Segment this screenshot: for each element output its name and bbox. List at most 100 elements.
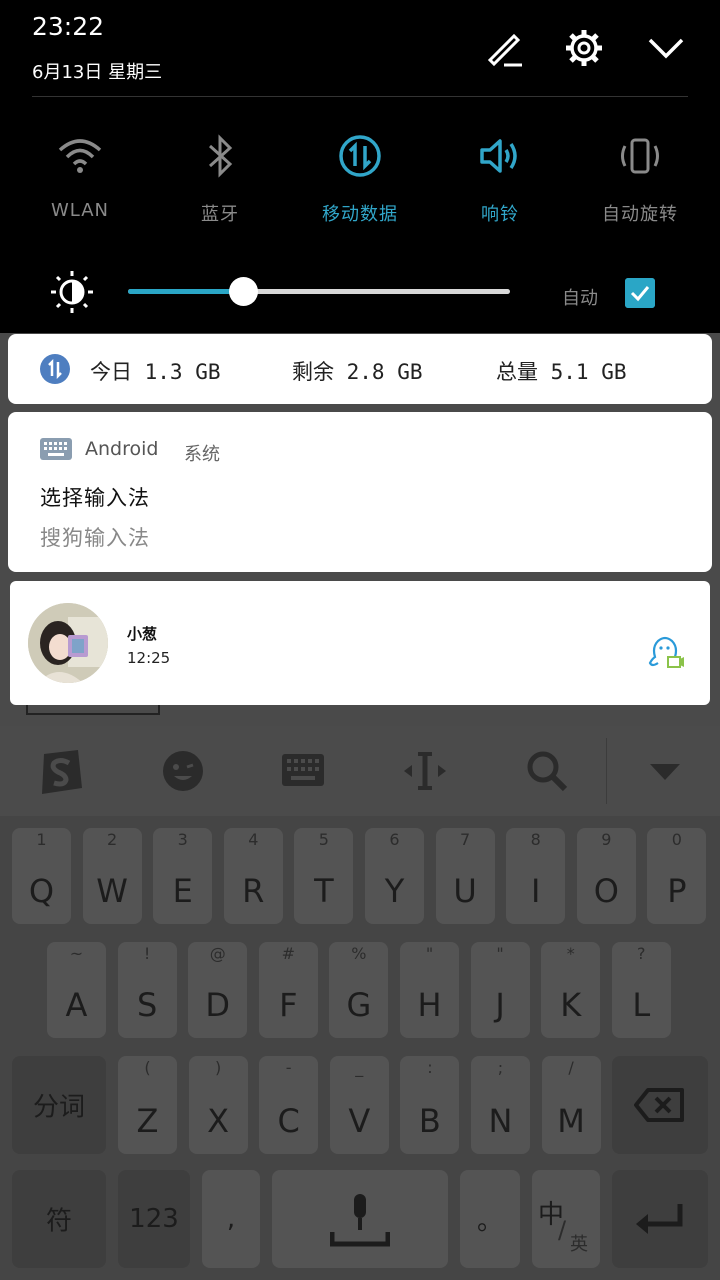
qs-wlan[interactable]: WLAN [10,132,150,232]
key-secondary-label: 5 [318,830,329,849]
key-label: V [348,1102,371,1140]
key-t[interactable]: 5T [294,828,354,924]
key-label: D [205,986,230,1024]
key-j[interactable]: " J [470,942,530,1038]
key-m[interactable]: / M [541,1056,601,1154]
key-i[interactable]: 8I [506,828,566,924]
key-z[interactable]: (Z [118,1056,177,1154]
qs-auto-rotate[interactable]: 自动旋转 [570,132,710,232]
settings-gear-icon[interactable] [564,28,604,68]
key-u[interactable]: 7U [435,828,495,924]
collapse-chevron-down-icon[interactable] [646,28,686,68]
enter-icon [636,1204,683,1234]
key-secondary-label: ) [214,1058,222,1077]
key-b[interactable]: :B [400,1056,460,1154]
period-key[interactable]: 。 [460,1170,520,1268]
segment-key[interactable]: 分词 [12,1056,106,1154]
data-usage-card[interactable]: 今日 1.3 GB 剩余 2.8 GB 总量 5.1 GB [8,334,712,404]
key-label: G [346,986,372,1024]
key-d[interactable]: @ D [188,942,248,1038]
comma-key[interactable]: , [202,1170,260,1268]
key-secondary-label: / [568,1058,574,1077]
key-n[interactable]: ; N [471,1056,530,1154]
key-label: Z [136,1102,159,1140]
key-v[interactable]: _ V [329,1056,389,1154]
key-g[interactable]: % G [329,942,389,1038]
key-label: B [418,1102,441,1140]
key-label: P [667,872,687,910]
key-secondary-label: 8 [530,830,541,849]
key-secondary-label: # [281,944,295,963]
auto-brightness-checkbox[interactable] [625,278,655,308]
sender-name: 小葱 [127,625,158,643]
key-o[interactable]: 9O [576,828,636,924]
key-label: X [207,1102,230,1140]
key-label: M [557,1102,585,1140]
emoji-icon[interactable] [158,746,208,796]
key-r[interactable]: 4R [223,828,283,924]
key-f[interactable]: # F [258,942,318,1038]
key-secondary-label: % [351,944,367,963]
key-a[interactable]: ~ A [47,942,106,1038]
keyboard-toolbar [0,726,720,816]
qq-message-notification[interactable]: 小葱 12:25 [10,581,710,705]
notification-app-sub: 系统 [184,444,220,465]
keyboard-icon[interactable] [278,746,328,796]
qq-icon [648,636,684,668]
key-x[interactable]: ) X [188,1056,248,1154]
key-label: R [242,872,265,910]
key-secondary-label: @ [209,944,226,963]
key-q[interactable]: 1Q [12,828,71,924]
key-h[interactable]: " H [400,942,459,1038]
key-e[interactable]: 3E [153,828,213,924]
auto-brightness-label: 自动 [562,288,598,309]
brightness-slider[interactable] [128,277,510,306]
key-l[interactable]: ? L [611,942,671,1038]
edit-icon[interactable] [484,28,524,68]
keyboard: 1Q2W3E4R5T6Y7U8I9O0P ~ A! S @ D # F% G " H " J * K? L … [0,816,720,1280]
hide-keyboard-chevron-icon[interactable] [640,746,690,796]
number-key-label: 123 [129,1204,179,1234]
key-secondary-label: ( [144,1058,151,1077]
search-icon[interactable] [522,746,572,796]
space-key[interactable] [272,1170,448,1268]
key-label: T [314,872,334,910]
key-secondary-label: - [285,1058,292,1077]
key-secondary-label: ~ [69,944,84,963]
key-secondary-label: * [566,944,575,963]
key-y[interactable]: 6Y [365,828,424,924]
data-total: 总量 5.1 GB [496,360,627,384]
brightness-slider-knob[interactable] [228,277,258,306]
input-method-notification[interactable]: Android 系统 选择输入法 搜狗输入法 [8,412,712,572]
key-secondary-label: 2 [107,830,118,849]
language-switch-key[interactable]: 中 / 英 [532,1170,600,1268]
qs-bluetooth[interactable]: 蓝牙 [150,132,290,232]
key-label: C [277,1102,300,1140]
qs-mobile-data[interactable]: 移动数据 [290,132,430,232]
message-time: 12:25 [127,649,171,667]
key-c[interactable]: -C [259,1056,319,1154]
key-label: L [632,986,651,1024]
key-k[interactable]: * K [541,942,601,1038]
backspace-key[interactable] [612,1056,708,1154]
symbol-key[interactable]: 符 [12,1170,106,1268]
key-secondary-label: 4 [248,830,259,849]
qs-ring[interactable]: 响铃 [430,132,570,232]
key-secondary-label: " [496,944,504,963]
key-secondary-label: : [427,1058,433,1077]
key-secondary-label: ! [143,944,151,963]
enter-key[interactable] [612,1170,708,1268]
sogou-logo-icon[interactable] [36,748,86,798]
cursor-move-icon[interactable] [400,746,450,796]
segment-key-label: 分词 [32,1092,85,1123]
data-today: 今日 1.3 GB [90,360,221,384]
key-secondary-label: 0 [671,830,682,849]
brightness-slider-fill [128,289,243,294]
key-w[interactable]: 2W [82,828,142,924]
key-p[interactable]: 0P [647,828,707,924]
symbol-key-label: 符 [45,1206,72,1237]
language-sub-label: 英 [570,1234,588,1255]
key-s[interactable]: ! S [117,942,177,1038]
number-key[interactable]: 123 [118,1170,190,1268]
key-label: Y [384,872,405,910]
